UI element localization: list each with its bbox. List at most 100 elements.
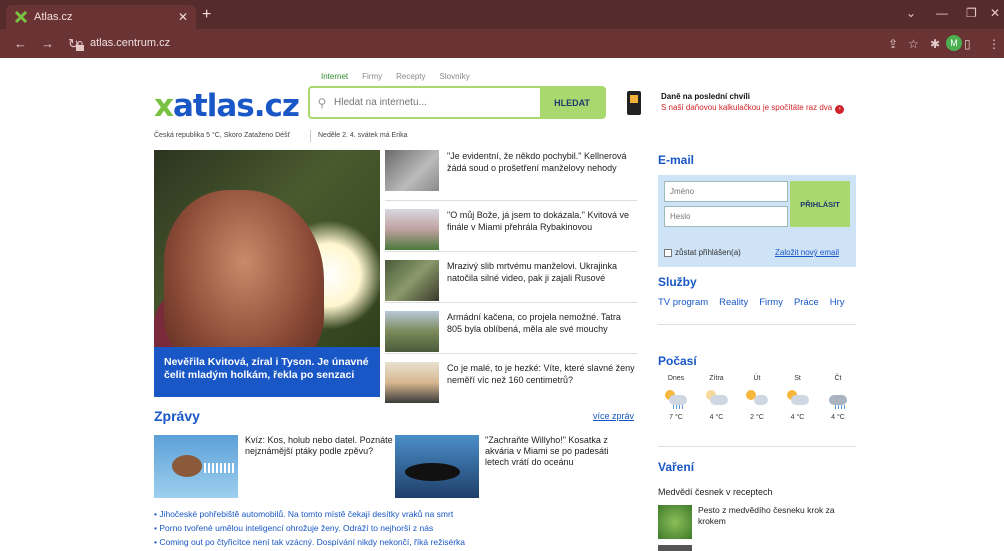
search-input[interactable] (334, 97, 540, 108)
weather-forecast[interactable]: Dnes 7 °C Zítra 4 °C Út 2 °C St 4 °C Čt … (658, 375, 856, 421)
weather-day[interactable]: Zítra 4 °C (699, 375, 735, 421)
bird-image (172, 455, 202, 477)
back-icon[interactable]: ← (14, 36, 27, 51)
browser-tab[interactable]: Atlas.cz ✕ (6, 5, 196, 29)
news-text[interactable]: Co je malé, to je hezké: Víte, které sla… (447, 362, 637, 405)
partly-cloudy-icon (705, 390, 728, 408)
lock-icon[interactable] (76, 38, 84, 56)
star-icon[interactable]: ☆ (908, 37, 919, 51)
remember-checkbox[interactable]: zůstat přihlášen(a) (664, 248, 741, 257)
news-text[interactable]: "O můj Bože, já jsem to dokázala." Kvito… (447, 209, 637, 251)
service-firmy[interactable]: Firmy (759, 297, 783, 308)
favicon-icon (14, 10, 28, 24)
day-label: Zítra (709, 375, 724, 382)
weather-day[interactable]: St 4 °C (780, 375, 816, 421)
sun-cloud-icon (786, 390, 809, 408)
news-text[interactable]: "Je evidentní, že někdo pochybil." Kelln… (447, 150, 637, 200)
recipe-text[interactable]: Pesto z medvědího česneku krok za krokem (698, 505, 858, 527)
weather-day[interactable]: Út 2 °C (739, 375, 775, 421)
weather-day[interactable]: Dnes 7 °C (658, 375, 694, 421)
extensions-icon[interactable]: ✱ (930, 37, 940, 51)
tab-firmy[interactable]: Firmy (362, 72, 382, 81)
recipe-thumb[interactable] (658, 505, 692, 539)
news-thumb[interactable] (385, 209, 439, 250)
recipe-subtitle[interactable]: Medvědí česnek v receptech (658, 487, 773, 497)
section-title-sluzby[interactable]: Služby (658, 275, 697, 289)
news-thumb[interactable] (385, 311, 439, 352)
section-title-email[interactable]: E-mail (658, 153, 694, 167)
news-thumb[interactable] (385, 150, 439, 191)
hero-article[interactable]: Nevěřila Kvitová, zíral i Tyson. Je únav… (154, 150, 380, 397)
service-reality[interactable]: Reality (719, 297, 748, 308)
list-item[interactable]: Armádní kačena, co projela nemožné. Tatr… (385, 303, 637, 354)
username-field[interactable] (664, 181, 788, 202)
hero-figure (164, 190, 324, 370)
tab-recepty[interactable]: Recepty (396, 72, 425, 81)
arrow-right-icon[interactable]: › (835, 105, 845, 114)
service-prace[interactable]: Práce (794, 297, 819, 308)
temperature: 2 °C (750, 414, 764, 421)
list-item[interactable]: Porno tvořené umělou inteligencí ohrožuj… (154, 521, 465, 535)
news-text[interactable]: Armádní kačena, co projela nemožné. Tatr… (447, 311, 637, 353)
minimize-icon[interactable]: — (936, 6, 948, 20)
section-title-zpravy[interactable]: Zprávy (154, 408, 200, 424)
service-tv-program[interactable]: TV program (658, 297, 708, 308)
sidebar-icon[interactable]: ▯ (964, 37, 971, 51)
checkbox-icon[interactable] (664, 248, 672, 257)
promo-title[interactable]: Daně na poslední chvíli (661, 92, 750, 101)
news-text[interactable]: Mrazivý slib mrtvému manželovi. Ukrajink… (447, 260, 637, 302)
news-thumb[interactable] (385, 362, 439, 403)
news-list: "Je evidentní, že někdo pochybil." Kelln… (385, 150, 637, 405)
service-hry[interactable]: Hry (830, 297, 845, 308)
list-item[interactable]: "O můj Bože, já jsem to dokázala." Kvito… (385, 201, 637, 252)
search-icon: ⚲ (317, 95, 327, 110)
logo[interactable]: xatlas.cz (154, 88, 300, 124)
share-icon[interactable]: ⇪ (888, 37, 898, 51)
chevron-down-icon[interactable]: ⌄ (906, 6, 916, 20)
hero-caption[interactable]: Nevěřila Kvitová, zíral i Tyson. Je únav… (154, 347, 380, 397)
promo-text[interactable]: S naší daňovou kalkulačkou je spočítáte … (661, 103, 845, 114)
weather-day[interactable]: Čt 4 °C (820, 375, 856, 421)
news-thumb[interactable] (395, 435, 479, 498)
login-button[interactable]: PŘIHLÁSIT (790, 181, 850, 227)
news-thumb[interactable] (385, 260, 439, 301)
search-button[interactable]: HLEDAT (540, 88, 604, 117)
list-item[interactable]: Mrazivý slib mrtvému manželovi. Ukrajink… (385, 252, 637, 303)
temperature: 4 °C (831, 414, 845, 421)
recipe-thumb[interactable] (658, 545, 692, 551)
password-field[interactable] (664, 206, 788, 227)
menu-icon[interactable]: ⋮ (988, 37, 1000, 51)
divider (310, 130, 311, 142)
tab-internet[interactable]: Internet (321, 72, 348, 81)
list-item[interactable]: "Je evidentní, že někdo pochybil." Kelln… (385, 150, 637, 201)
more-news-link[interactable]: více zpráv (593, 411, 634, 421)
avatar[interactable]: M (946, 35, 962, 51)
news-text[interactable]: Kvíz: Kos, holub nebo datel. Poznáte nej… (245, 435, 395, 457)
tab-bar: Atlas.cz ✕ + ⌄ — ❐ ✕ (0, 0, 1004, 29)
search-tabs: Internet Firmy Recepty Slovníky (321, 72, 470, 81)
tab-slovniky[interactable]: Slovníky (440, 72, 470, 81)
list-item[interactable]: Coming out po čtyřicítce není tak vzácný… (154, 535, 465, 549)
sound-wave (204, 463, 234, 473)
news-thumb[interactable] (154, 435, 238, 498)
list-item[interactable]: Co je malé, to je hezké: Víte, které sla… (385, 354, 637, 405)
new-tab-icon[interactable]: + (202, 5, 211, 25)
temperature: 7 °C (669, 414, 683, 421)
forward-icon[interactable]: → (41, 36, 54, 51)
calculator-image[interactable] (627, 91, 641, 115)
date-info: Neděle 2. 4. svátek má Erika (318, 132, 408, 139)
close-icon[interactable]: ✕ (178, 10, 188, 24)
news-text[interactable]: "Zachraňte Willyho!" Kosatka z akvária v… (485, 435, 635, 468)
section-title-vareni[interactable]: Vaření (658, 460, 694, 474)
maximize-icon[interactable]: ❐ (966, 6, 977, 20)
new-email-link[interactable]: Založit nový email (775, 248, 839, 257)
weather-info[interactable]: Česká republika 5 °C, Skoro Zataženo Déš… (154, 132, 290, 139)
address-bar: ← → ↻ atlas.centrum.cz ⇪ ☆ ✱ ▯ ⋮ (0, 29, 1004, 58)
url-text[interactable]: atlas.centrum.cz (90, 37, 170, 49)
section-title-pocasi[interactable]: Počasí (658, 354, 697, 368)
list-item[interactable]: Jihočeské pohřebiště automobilů. Na tomt… (154, 507, 465, 521)
divider (658, 324, 856, 325)
window-close-icon[interactable]: ✕ (990, 6, 1000, 20)
rain-icon (665, 390, 687, 409)
news-bullets: Jihočeské pohřebiště automobilů. Na tomt… (154, 507, 465, 549)
